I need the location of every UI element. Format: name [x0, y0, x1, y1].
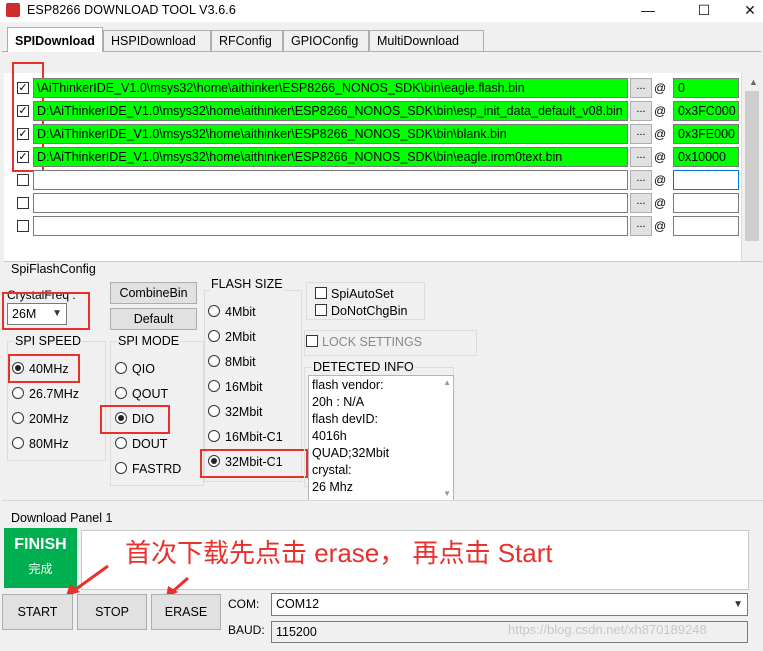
- file-checkbox[interactable]: [17, 220, 29, 232]
- detected-info-line: 20h : N/A: [312, 395, 365, 409]
- spi-speed-label: SPI SPEED: [14, 334, 82, 348]
- file-list-scrollbar[interactable]: ▲: [741, 73, 763, 261]
- tab-rfconfig[interactable]: RFConfig: [211, 30, 283, 51]
- erase-button[interactable]: ERASE: [151, 594, 221, 630]
- com-value: COM12: [276, 597, 320, 611]
- spi-speed-radio[interactable]: 20MHz: [12, 411, 69, 427]
- spi-speed-radio[interactable]: 80MHz: [12, 436, 69, 452]
- com-label: COM:: [228, 597, 260, 611]
- spi-mode-label: SPI MODE: [117, 334, 181, 348]
- detected-info-label: DETECTED INFO: [312, 360, 415, 374]
- detected-info-line: 26 Mhz: [312, 480, 353, 494]
- at-label: @: [654, 127, 667, 141]
- flash-size-radio[interactable]: 32Mbit-C1: [208, 454, 283, 470]
- flash-size-radio[interactable]: 4Mbit: [208, 304, 256, 320]
- browse-button[interactable]: ...: [630, 216, 652, 236]
- spi-mode-radio[interactable]: DIO: [115, 411, 154, 427]
- spi-mode-radio[interactable]: FASTRD: [115, 461, 181, 477]
- flash-size-radio[interactable]: 2Mbit: [208, 329, 256, 345]
- annotation-crystal-box: [2, 292, 90, 330]
- detected-info-line: crystal:: [312, 463, 352, 477]
- default-button[interactable]: Default: [110, 308, 197, 330]
- file-checkbox[interactable]: ✓: [17, 105, 29, 117]
- app-icon: [6, 3, 20, 17]
- tab-multidownload[interactable]: MultiDownload: [369, 30, 484, 51]
- spi-flash-config-label: SpiFlashConfig: [10, 262, 97, 276]
- file-path-input[interactable]: D:\AiThinkerIDE_V1.0\msys32\home\aithink…: [33, 124, 628, 144]
- maximize-icon[interactable]: ☐: [681, 0, 727, 22]
- flash-size-radio[interactable]: 8Mbit: [208, 354, 256, 370]
- file-checkbox[interactable]: ✓: [17, 82, 29, 94]
- at-label: @: [654, 81, 667, 95]
- scroll-thumb[interactable]: [745, 91, 759, 241]
- baud-value: 115200: [276, 625, 317, 639]
- scroll-up-icon[interactable]: ▲: [443, 378, 451, 387]
- watermark: https://blog.csdn.net/xh870189248: [508, 622, 707, 637]
- address-input[interactable]: [673, 216, 739, 236]
- tab-spidownload[interactable]: SPIDownload: [7, 27, 103, 52]
- spi-speed-radio[interactable]: 26.7MHz: [12, 386, 79, 402]
- detected-info-line: flash devID:: [312, 412, 379, 426]
- browse-button[interactable]: ...: [630, 124, 652, 144]
- spi-auto-set-checkbox[interactable]: SpiAutoSet: [315, 286, 394, 302]
- status-text: FINISH: [14, 536, 67, 553]
- flash-size-radio[interactable]: 16Mbit-C1: [208, 429, 283, 445]
- address-input[interactable]: 0x3FE000: [673, 124, 739, 144]
- browse-button[interactable]: ...: [630, 101, 652, 121]
- browse-button[interactable]: ...: [630, 78, 652, 98]
- file-path-input[interactable]: [33, 193, 628, 213]
- address-input[interactable]: [673, 193, 739, 213]
- spi-mode-radio[interactable]: DOUT: [115, 436, 167, 452]
- spi-mode-radio[interactable]: QIO: [115, 361, 155, 377]
- flash-size-label: FLASH SIZE: [210, 277, 284, 291]
- address-input[interactable]: [673, 170, 739, 190]
- at-label: @: [654, 104, 667, 118]
- spi-mode-radio[interactable]: QOUT: [115, 386, 168, 402]
- window-title: ESP8266 DOWNLOAD TOOL V3.6.6: [27, 3, 236, 17]
- do-not-chg-bin-checkbox[interactable]: DoNotChgBin: [315, 303, 407, 319]
- download-panel-label: Download Panel 1: [10, 511, 114, 525]
- address-input[interactable]: 0x10000: [673, 147, 739, 167]
- combine-bin-button[interactable]: CombineBin: [110, 282, 197, 304]
- detected-info-line: QUAD;32Mbit: [312, 446, 390, 460]
- detected-info-line: flash vendor:: [312, 378, 384, 392]
- flash-size-radio[interactable]: 16Mbit: [208, 379, 263, 395]
- com-select[interactable]: COM12 ▼: [271, 593, 748, 616]
- file-checkbox[interactable]: ✓: [17, 128, 29, 140]
- scroll-down-icon[interactable]: ▼: [443, 489, 451, 498]
- at-label: @: [654, 173, 667, 187]
- chevron-down-icon: ▼: [733, 599, 743, 610]
- file-path-input[interactable]: \AiThinkerIDE_V1.0\msys32\home\aithinker…: [33, 78, 628, 98]
- at-label: @: [654, 196, 667, 210]
- file-path-input[interactable]: D:\AiThinkerIDE_V1.0\msys32\home\aithink…: [33, 101, 628, 121]
- file-path-input[interactable]: [33, 170, 628, 190]
- divider: [2, 500, 763, 501]
- address-input[interactable]: 0: [673, 78, 739, 98]
- detected-info-line: 4016h: [312, 429, 347, 443]
- browse-button[interactable]: ...: [630, 147, 652, 167]
- file-path-input[interactable]: [33, 216, 628, 236]
- stop-button[interactable]: STOP: [77, 594, 147, 630]
- browse-button[interactable]: ...: [630, 170, 652, 190]
- tab-hspidownload[interactable]: HSPIDownload: [103, 30, 211, 51]
- start-button[interactable]: START: [2, 594, 73, 630]
- file-checkbox[interactable]: [17, 197, 29, 209]
- close-icon[interactable]: ✕: [727, 0, 763, 22]
- file-checkbox[interactable]: ✓: [17, 151, 29, 163]
- file-path-input[interactable]: D:\AiThinkerIDE_V1.0\msys32\home\aithink…: [33, 147, 628, 167]
- tab-gpioconfig[interactable]: GPIOConfig: [283, 30, 369, 51]
- at-label: @: [654, 219, 667, 233]
- address-input[interactable]: 0x3FC000: [673, 101, 739, 121]
- spi-speed-radio[interactable]: 40MHz: [12, 361, 69, 377]
- browse-button[interactable]: ...: [630, 193, 652, 213]
- baud-label: BAUD:: [228, 623, 265, 637]
- flash-size-radio[interactable]: 32Mbit: [208, 404, 263, 420]
- lock-settings-checkbox[interactable]: LOCK SETTINGS: [306, 334, 422, 350]
- scroll-up-icon[interactable]: ▲: [749, 77, 758, 87]
- minimize-icon[interactable]: —: [625, 0, 671, 22]
- at-label: @: [654, 150, 667, 164]
- file-checkbox[interactable]: [17, 174, 29, 186]
- title-bar: ESP8266 DOWNLOAD TOOL V3.6.6 — ☐ ✕: [0, 0, 763, 22]
